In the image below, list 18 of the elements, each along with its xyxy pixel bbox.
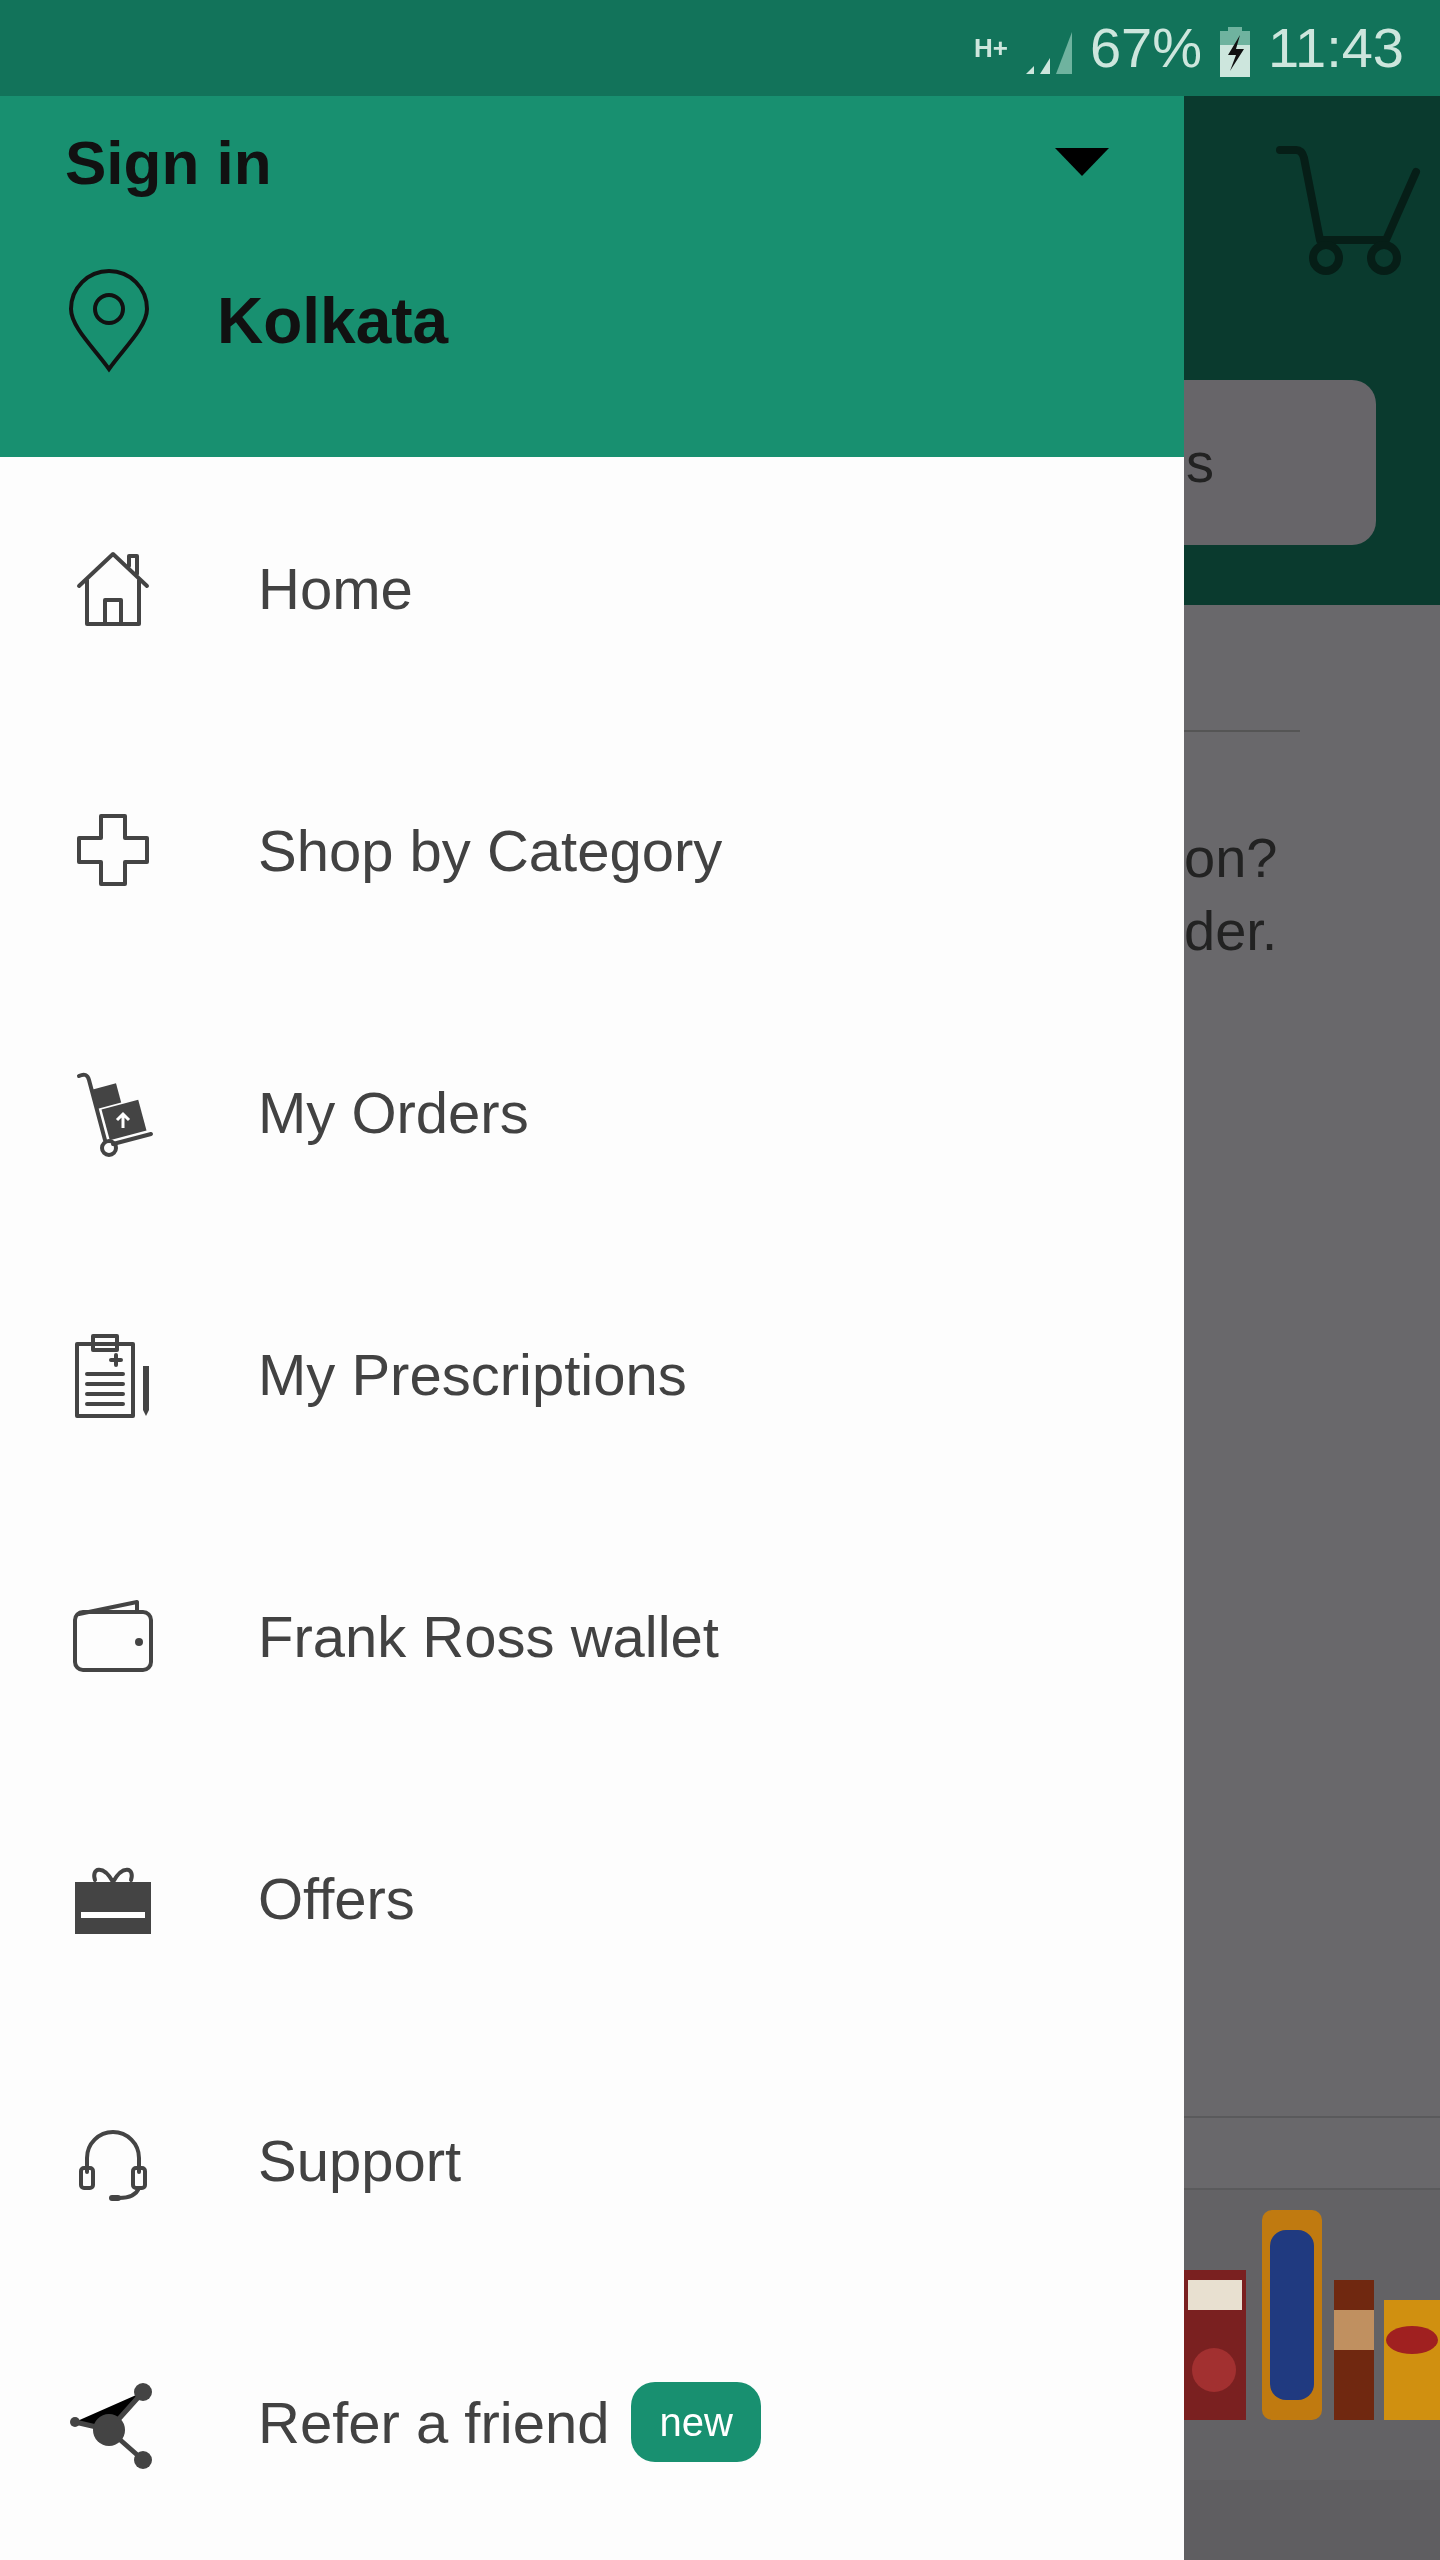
menu-item[interactable]: Frank Ross wallet	[0, 1505, 1184, 1767]
menu-item[interactable]: My Prescriptions	[0, 1243, 1184, 1505]
prompt-text: der.	[1184, 897, 1279, 964]
menu-item[interactable]: Refer a friend new	[0, 2291, 1184, 2553]
menu-item-label: Refer a friend	[258, 2388, 610, 2457]
new-tag: new	[631, 2382, 761, 2462]
prompt-text: on?	[1184, 825, 1279, 891]
menu-item[interactable]: Support	[0, 2029, 1184, 2291]
network-type-label: H+	[973, 35, 1008, 61]
clock-time: 11:43	[1268, 15, 1404, 81]
menu-item[interactable]: Shop by Category	[0, 719, 1184, 981]
menu-item[interactable]: Home	[0, 457, 1184, 719]
battery-percent: 67%	[1089, 15, 1202, 81]
menu-item[interactable]: My Orders	[0, 981, 1184, 1243]
account-sign-in[interactable]: Sign in	[65, 116, 272, 209]
location-name[interactable]: Kolkata	[217, 273, 449, 369]
dropdown-caret-icon[interactable]	[1055, 147, 1109, 178]
menu-item[interactable]: Offers	[0, 1767, 1184, 2029]
